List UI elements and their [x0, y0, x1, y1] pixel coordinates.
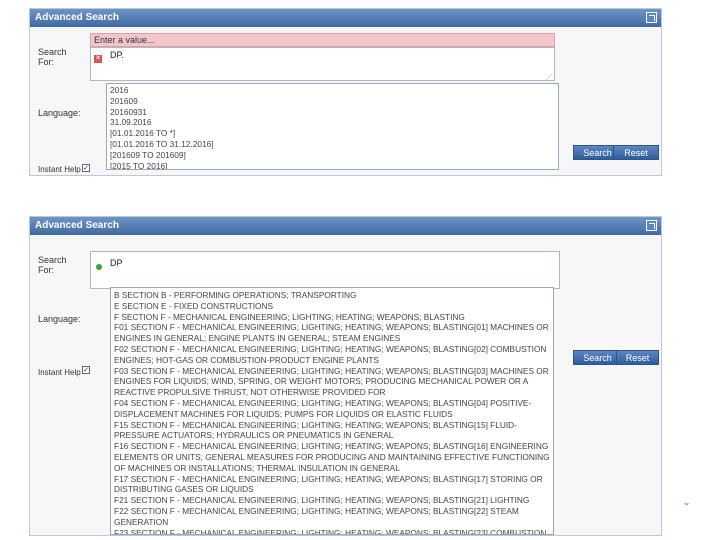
search-for-label: Search For:: [38, 255, 67, 275]
search-input-value: DP: [110, 258, 123, 268]
suggestion-item[interactable]: 201609: [110, 96, 555, 107]
suggestion-item[interactable]: F04 SECTION F - MECHANICAL ENGINEERING; …: [114, 398, 550, 420]
suggestion-item[interactable]: [201609 TO 201609]: [110, 150, 555, 161]
suggestion-item[interactable]: E SECTION E - FIXED CONSTRUCTIONS: [114, 301, 550, 312]
suggestion-dropdown: 2016 201609 20160931 31.09.2016 [01.01.2016 …: [106, 83, 559, 170]
error-icon: ✕: [94, 55, 102, 63]
panel-header: Advanced Search: [30, 9, 661, 27]
suggestion-item[interactable]: F22 SECTION F - MECHANICAL ENGINEERING; …: [114, 506, 550, 528]
suggestion-item[interactable]: 2016: [110, 85, 555, 96]
search-button[interactable]: Search: [573, 350, 622, 365]
validation-error-bar: Enter a value...: [90, 33, 555, 47]
language-label: Language:: [38, 314, 81, 324]
panel-header: Advanced Search: [30, 217, 661, 235]
chevron-down-icon: ⌄: [683, 497, 691, 507]
suggestion-item[interactable]: F23 SECTION F - MECHANICAL ENGINEERING; …: [114, 528, 550, 534]
reset-button[interactable]: Reset: [613, 145, 659, 160]
advanced-search-panel-bottom: Advanced Search Search For: DP Language:…: [29, 216, 662, 536]
popout-icon[interactable]: [646, 12, 657, 23]
search-input-value: DP.: [110, 50, 124, 60]
suggestion-item[interactable]: F03 SECTION F - MECHANICAL ENGINEERING; …: [114, 366, 550, 398]
instant-help-checkbox[interactable]: ✓: [82, 366, 90, 374]
panel-title: Advanced Search: [35, 12, 119, 23]
suggestion-item[interactable]: [01.01.2016 TO *]: [110, 128, 555, 139]
popout-icon[interactable]: [646, 220, 657, 231]
suggestion-item[interactable]: [01.01.2016 TO 31.12.2016]: [110, 139, 555, 150]
search-input[interactable]: ✕ DP. ⋰: [90, 47, 555, 81]
suggestion-dropdown: B SECTION B - PERFORMING OPERATIONS; TRA…: [110, 287, 554, 535]
suggestion-item[interactable]: F16 SECTION F - MECHANICAL ENGINEERING; …: [114, 441, 550, 473]
resize-handle-icon[interactable]: ⋰: [546, 73, 553, 81]
instant-help-label: Instant Help: [38, 368, 81, 377]
suggestion-item[interactable]: 20160931: [110, 107, 555, 118]
advanced-search-panel-top: Advanced Search Search For: Enter a valu…: [29, 8, 662, 176]
instant-help-label: Instant Help: [38, 165, 81, 174]
suggestion-item[interactable]: B SECTION B - PERFORMING OPERATIONS; TRA…: [114, 290, 550, 301]
suggestion-item[interactable]: 31.09.2016: [110, 117, 555, 128]
suggestion-item[interactable]: [2015 TO 2016]: [110, 161, 555, 169]
suggestion-item[interactable]: F SECTION F - MECHANICAL ENGINEERING; LI…: [114, 312, 550, 323]
valid-icon: [96, 264, 102, 270]
search-for-label: Search For:: [38, 47, 67, 67]
instant-help-checkbox[interactable]: ✓: [82, 164, 90, 172]
suggestion-item[interactable]: F02 SECTION F - MECHANICAL ENGINEERING; …: [114, 344, 550, 366]
suggestion-item[interactable]: F01 SECTION F - MECHANICAL ENGINEERING; …: [114, 322, 550, 344]
language-label: Language:: [38, 108, 81, 118]
suggestion-item[interactable]: F21 SECTION F - MECHANICAL ENGINEERING; …: [114, 495, 550, 506]
suggestion-item[interactable]: F15 SECTION F - MECHANICAL ENGINEERING; …: [114, 420, 550, 442]
panel-title: Advanced Search: [35, 220, 119, 231]
search-input[interactable]: DP: [90, 251, 560, 289]
reset-button[interactable]: Reset: [616, 350, 659, 365]
suggestion-item[interactable]: F17 SECTION F - MECHANICAL ENGINEERING; …: [114, 474, 550, 496]
